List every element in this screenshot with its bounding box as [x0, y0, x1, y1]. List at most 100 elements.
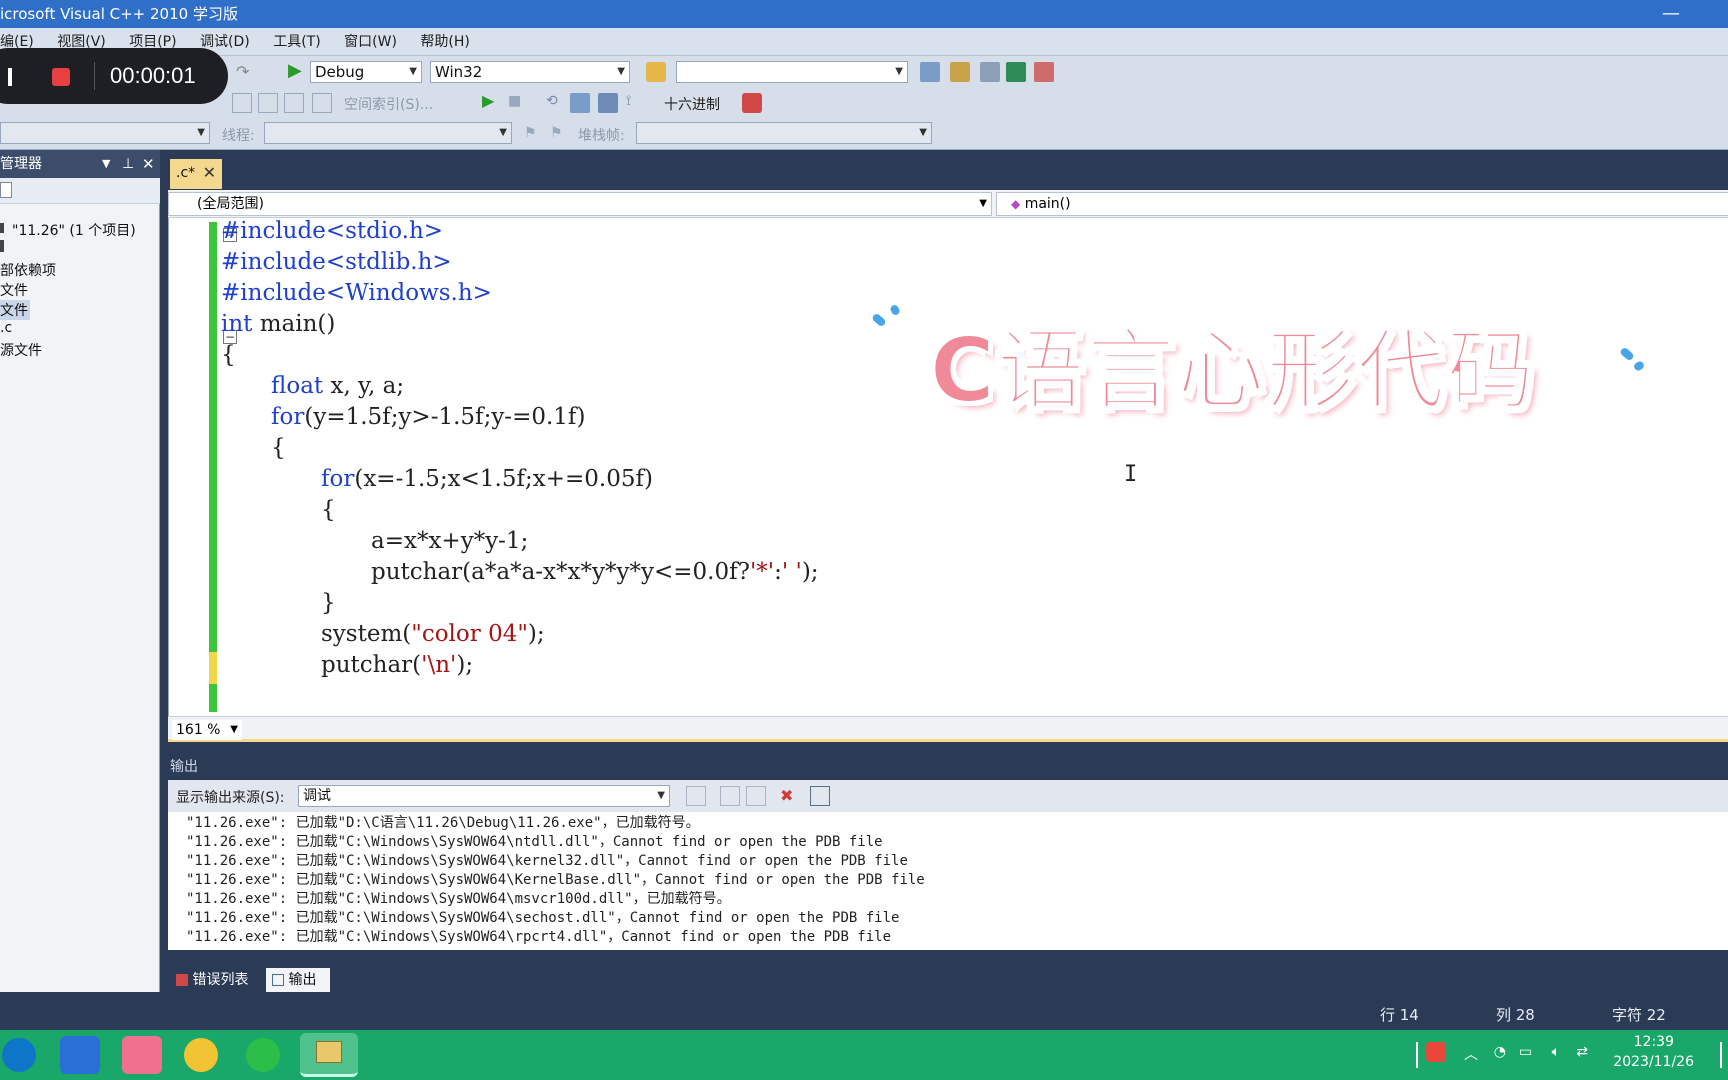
pin-icon[interactable]: ⊥ — [122, 150, 134, 178]
tray-time[interactable]: 12:39 — [1634, 1034, 1674, 1050]
battery-icon[interactable]: ▭ — [1519, 1044, 1532, 1060]
bookmark-next-icon[interactable] — [284, 93, 304, 113]
scope-select[interactable]: (全局范围) ▼ — [168, 192, 992, 216]
unsaved-change-marker — [209, 652, 217, 684]
goto-line-icon[interactable] — [686, 786, 706, 806]
visual-studio-task[interactable] — [300, 1033, 358, 1077]
config-value: Debug — [315, 63, 365, 81]
tree-label: 文件 — [0, 283, 28, 299]
start-page-icon[interactable] — [1006, 62, 1026, 82]
dropdown-icon[interactable]: ▼ — [102, 150, 110, 178]
properties-icon[interactable] — [0, 182, 12, 198]
menu-window[interactable]: 窗口(W) — [344, 28, 397, 56]
word-wrap-icon[interactable] — [810, 786, 830, 806]
output-source-select[interactable]: 调试 ▼ — [298, 785, 670, 807]
tree-header-files[interactable]: 文件 — [0, 280, 28, 300]
media-app-icon[interactable] — [122, 1036, 162, 1074]
process-select[interactable]: ▼ — [0, 122, 210, 144]
breakpoint-icon[interactable]: ⟟ — [626, 93, 646, 113]
tab-output[interactable]: 输出 — [266, 968, 330, 992]
hex-toggle[interactable]: 十六进制 — [664, 94, 720, 114]
output-source-value: 调试 — [303, 788, 331, 804]
menu-tools[interactable]: 工具(T) — [273, 28, 320, 56]
output-line: "11.26.exe": 已加载"C:\Windows\SysWOW64\ker… — [186, 853, 908, 869]
edge-icon[interactable] — [2, 1038, 36, 1072]
find-in-files-icon[interactable] — [646, 62, 666, 82]
code-token: (x=-1.5;x<1.5f;x+=0.05f) — [354, 466, 653, 492]
tree-solution[interactable]: "11.26" (1 个项目) — [0, 220, 136, 240]
sogou-input-icon[interactable] — [1426, 1042, 1446, 1062]
minimize-button[interactable]: — — [1662, 0, 1680, 28]
flag-icon[interactable]: ⚑ — [524, 125, 544, 145]
comment-icon[interactable] — [312, 93, 332, 113]
code-token: main() — [252, 311, 336, 337]
find-input[interactable]: ▼ — [676, 61, 908, 83]
code-line: float x, y, a; — [271, 373, 404, 399]
output-text[interactable]: "11.26.exe": 已加载"D:\C语言\11.26\Debug\11.2… — [168, 812, 1728, 950]
network-icon[interactable]: ◔ — [1494, 1044, 1506, 1060]
tree-external-deps[interactable]: 部依赖项 — [0, 260, 56, 280]
menu-help[interactable]: 帮助(H) — [420, 28, 469, 56]
word-icon[interactable] — [60, 1036, 100, 1074]
step-out-icon[interactable] — [598, 93, 618, 113]
browser-icon[interactable] — [184, 1038, 218, 1072]
tab-label: 错误列表 — [192, 972, 249, 988]
taskbar: ︿ ◔ ▭ 🔈︎ ⇄ 12:39 2023/11/26 — [0, 1030, 1728, 1080]
prev-message-icon[interactable] — [720, 786, 740, 806]
properties-icon[interactable] — [950, 62, 970, 82]
code-line: int main() — [221, 311, 335, 337]
tree-label: "11.26" (1 个项目) — [12, 223, 136, 239]
continue-icon[interactable]: ▶ — [482, 91, 502, 111]
stop-record-icon[interactable] — [52, 68, 70, 86]
bookmark-icon[interactable] — [232, 93, 252, 113]
stop-icon[interactable]: ■ — [508, 93, 528, 113]
code-token: int — [221, 311, 253, 337]
volume-icon[interactable]: 🔈︎ — [1552, 1044, 1560, 1060]
title-bar: icrosoft Visual C++ 2010 学习版 — — [0, 0, 1728, 28]
toolbox-icon[interactable] — [980, 62, 1000, 82]
code-line: #include<stdlib.h> — [221, 249, 452, 275]
next-message-icon[interactable] — [746, 786, 766, 806]
code-token: '\n' — [421, 652, 457, 678]
pause-icon[interactable] — [8, 68, 12, 86]
tree-c-file[interactable]: .c — [0, 320, 12, 336]
code-editor[interactable]: − − #include<stdio.h> #include<stdlib.h> #… — [168, 218, 1728, 716]
chevron-down-icon: ▼ — [617, 66, 625, 77]
code-line: system("color 04"); — [321, 621, 545, 647]
extension-icon[interactable] — [1034, 62, 1054, 82]
chevron-up-icon[interactable]: ︿ — [1464, 1044, 1478, 1064]
thread-select[interactable]: ▼ — [264, 122, 512, 144]
tree-label: 文件 — [0, 303, 28, 319]
code-token: system( — [321, 621, 412, 647]
close-icon[interactable]: ✕ — [142, 150, 155, 178]
tree-source-files[interactable]: 文件 — [0, 300, 30, 320]
tab-error-list[interactable]: 错误列表 — [170, 968, 264, 992]
tree-project[interactable] — [0, 240, 4, 256]
solution-explorer-title: 管理器 — [0, 156, 42, 172]
close-tab-icon[interactable]: ✕ — [203, 159, 216, 187]
wechat-icon[interactable] — [246, 1038, 280, 1072]
index-label[interactable]: 空间索引(S)... — [344, 94, 433, 114]
step-into-icon[interactable]: ⟲ — [546, 93, 566, 113]
redo-icon[interactable]: ↷ — [236, 62, 256, 82]
function-select[interactable]: ◆ main() — [996, 192, 1728, 216]
platform-select[interactable]: Win32 ▼ — [430, 61, 630, 83]
show-desktop-button[interactable] — [1720, 1042, 1728, 1068]
step-over-icon[interactable] — [570, 93, 590, 113]
clear-all-icon[interactable]: ✖ — [780, 786, 800, 806]
breakpoints-window-icon[interactable] — [742, 93, 762, 113]
tree-resource-files[interactable]: 源文件 — [0, 340, 42, 360]
input-method-icon[interactable]: ⇄ — [1576, 1044, 1588, 1060]
stack-select[interactable]: ▼ — [636, 122, 932, 144]
zoom-select[interactable]: 161 % ▼ — [172, 720, 242, 740]
flag-all-icon[interactable]: ⚑ — [550, 125, 570, 145]
bookmark-prev-icon[interactable] — [258, 93, 278, 113]
tray-date[interactable]: 2023/11/26 — [1613, 1054, 1694, 1070]
tree-label: .c — [0, 320, 13, 336]
start-debug-icon[interactable]: ▶ — [288, 60, 308, 81]
tab-source-file[interactable]: .c* ✕ — [170, 159, 222, 189]
config-select[interactable]: Debug ▼ — [310, 61, 422, 83]
solution-explorer-icon[interactable] — [920, 62, 940, 82]
window-title: icrosoft Visual C++ 2010 学习版 — [0, 5, 238, 23]
debug-toolbar: 空间索引(S)... ▶ ■ ⟲ ⟟ 十六进制 — [0, 88, 1728, 118]
